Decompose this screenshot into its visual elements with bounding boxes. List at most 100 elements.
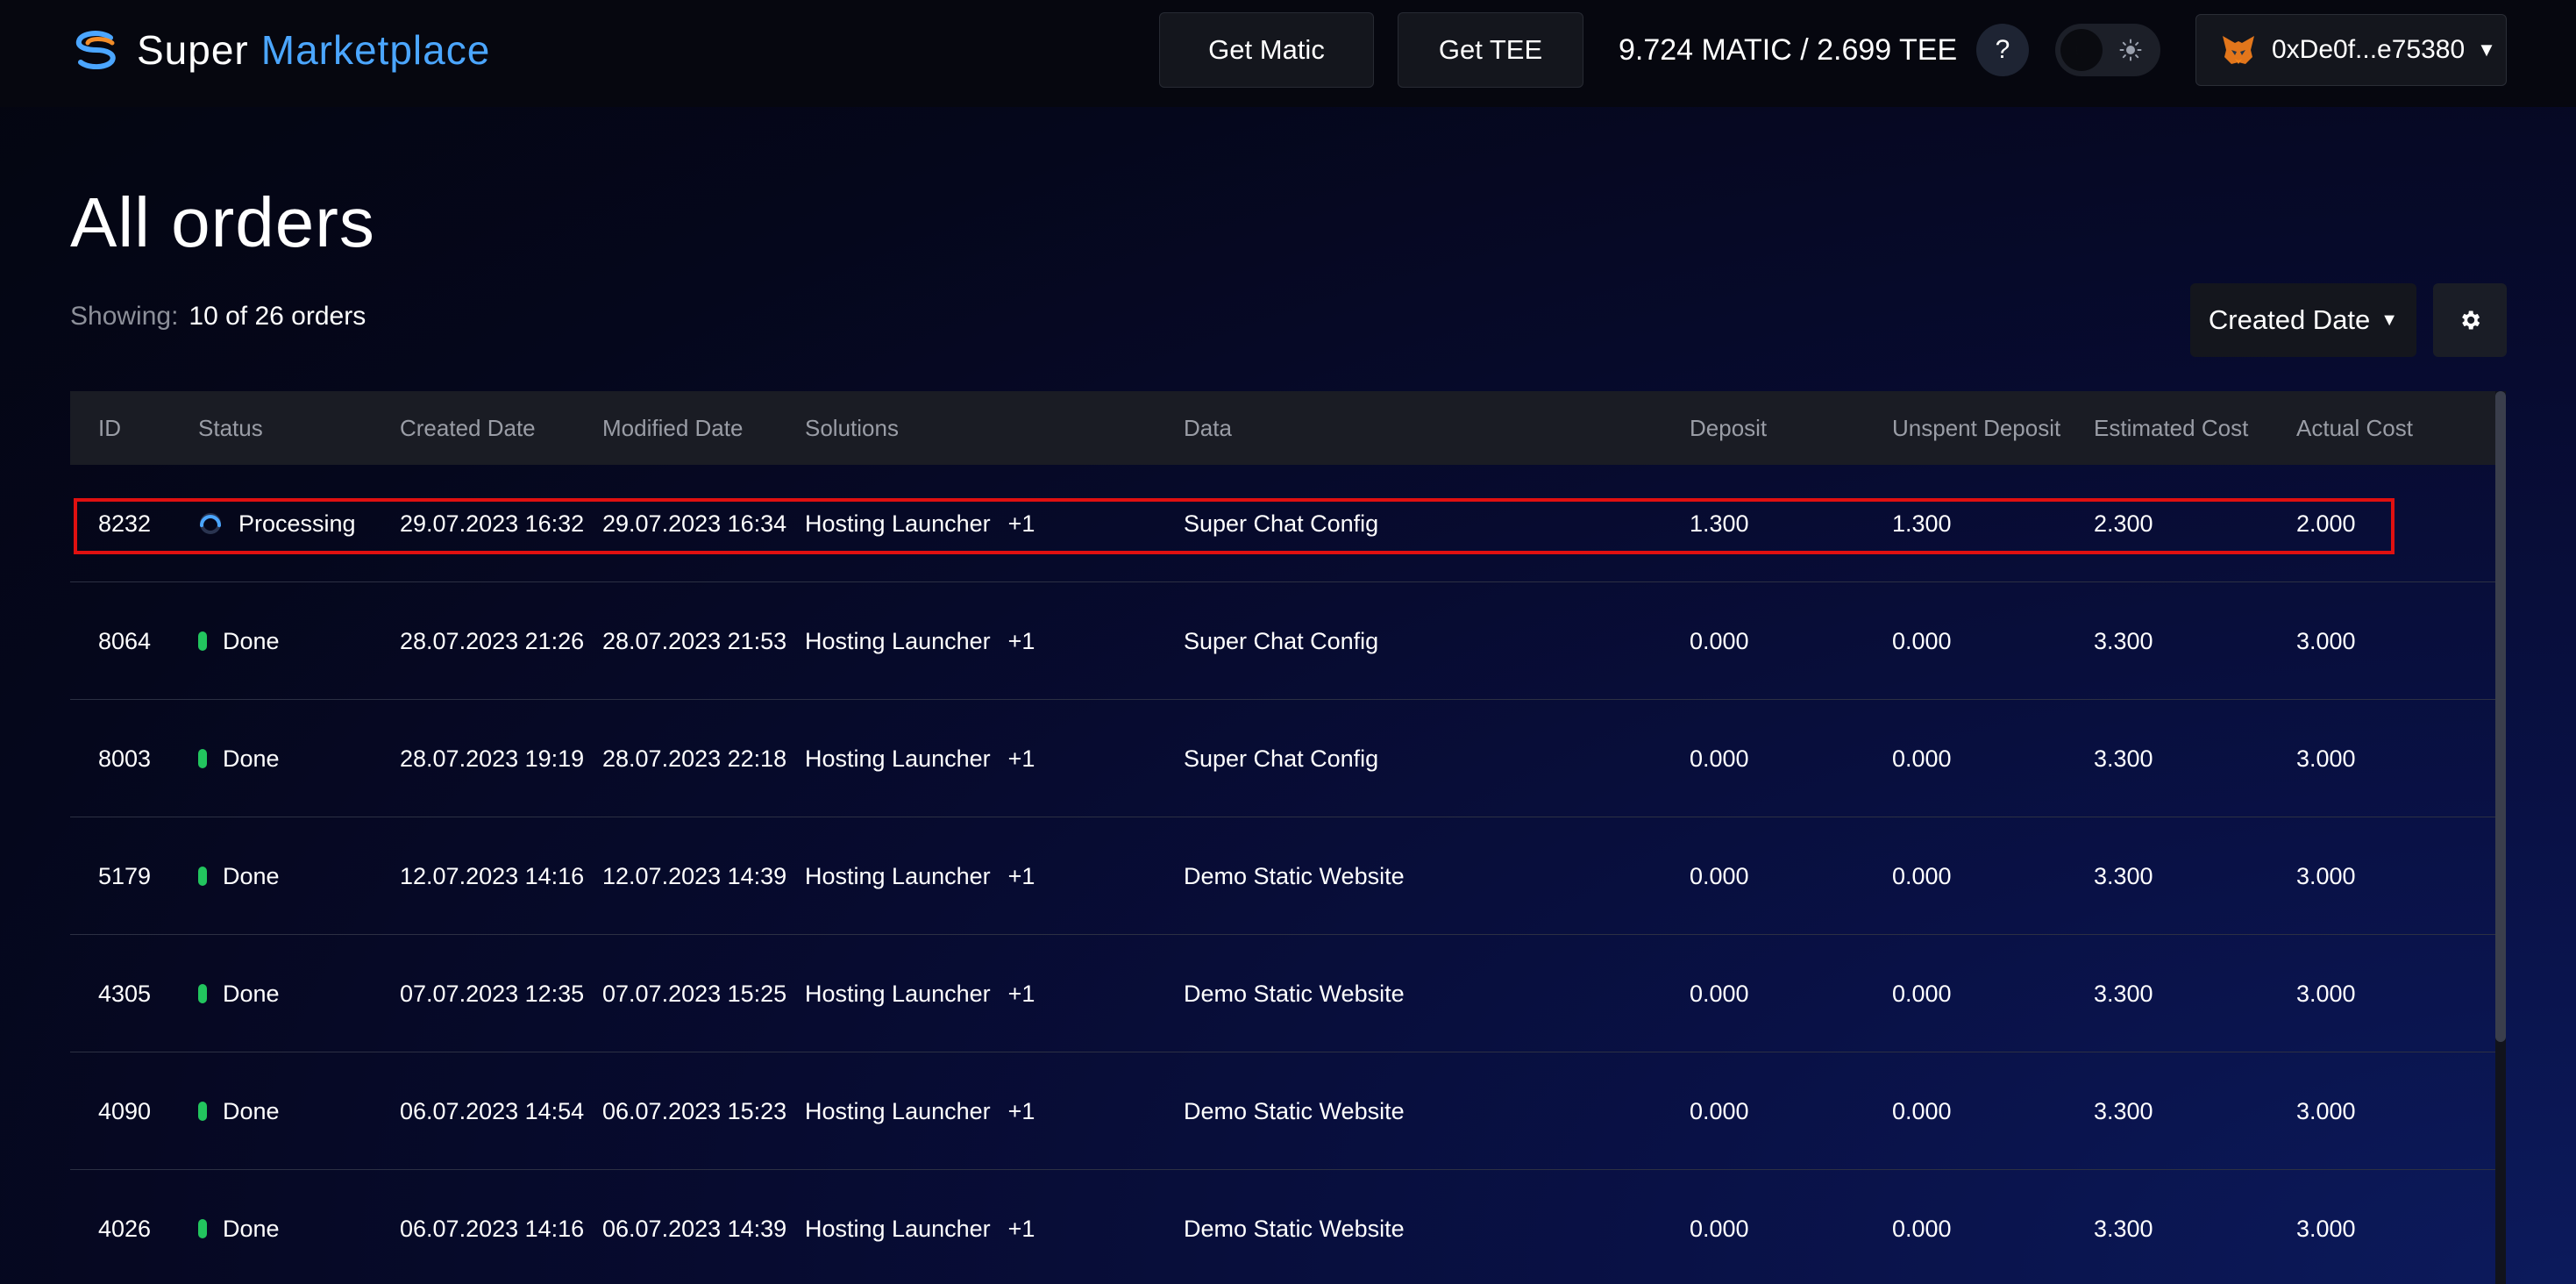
more-solutions-badge[interactable]: +1 — [1008, 1216, 1035, 1242]
order-modified: 06.07.2023 15:23 — [602, 1098, 787, 1124]
order-id: 4026 — [98, 1216, 152, 1242]
order-solutions: Hosting Launcher +1 — [805, 935, 1035, 1052]
column-header-solutions[interactable]: Solutions — [805, 391, 899, 465]
sort-label: Created Date — [2208, 304, 2371, 335]
order-unspent: 0.000 — [1892, 1216, 1952, 1242]
more-solutions-badge[interactable]: +1 — [1008, 628, 1035, 654]
solution-name: Hosting Launcher — [805, 863, 991, 889]
order-deposit: 0.000 — [1690, 628, 1749, 654]
table-row[interactable]: 8003 Done 28.07.2023 19:19 28.07.2023 22… — [70, 700, 2497, 817]
done-indicator-icon — [198, 1102, 207, 1121]
status-label: Done — [223, 863, 280, 889]
order-status: Done — [198, 1170, 280, 1284]
column-header-unspent-deposit[interactable]: Unspent Deposit — [1892, 391, 2060, 465]
order-solutions: Hosting Launcher +1 — [805, 1170, 1035, 1284]
column-header-actual-cost[interactable]: Actual Cost — [2296, 391, 2413, 465]
more-solutions-badge[interactable]: +1 — [1008, 745, 1035, 772]
order-status: Done — [198, 935, 280, 1052]
order-created: 29.07.2023 16:32 — [400, 510, 585, 537]
wallet-address: 0xDe0f...e75380 — [2272, 35, 2466, 64]
order-deposit: 0.000 — [1690, 1098, 1749, 1124]
order-created: 06.07.2023 14:16 — [400, 1216, 585, 1242]
table-row[interactable]: 5179 Done 12.07.2023 14:16 12.07.2023 14… — [70, 817, 2497, 935]
more-solutions-badge[interactable]: +1 — [1008, 863, 1035, 889]
page-title: All orders — [70, 183, 375, 261]
order-created: 12.07.2023 14:16 — [400, 863, 585, 889]
order-solutions: Hosting Launcher +1 — [805, 700, 1035, 817]
order-id: 4090 — [98, 1098, 152, 1124]
scrollbar-thumb[interactable] — [2495, 391, 2506, 1042]
done-indicator-icon — [198, 867, 207, 886]
sun-icon — [2108, 29, 2153, 71]
solution-name: Hosting Launcher — [805, 1098, 991, 1124]
order-deposit: 0.000 — [1690, 1216, 1749, 1242]
wallet-button[interactable]: 0xDe0f...e75380 ▼ — [2195, 14, 2507, 86]
done-indicator-icon — [198, 749, 207, 768]
order-created: 06.07.2023 14:54 — [400, 1098, 585, 1124]
orders-table: ID Status Created Date Modified Date Sol… — [70, 391, 2497, 1284]
gear-icon — [2462, 310, 2480, 330]
order-id: 4305 — [98, 981, 152, 1007]
order-created: 07.07.2023 12:35 — [400, 981, 585, 1007]
more-solutions-badge[interactable]: +1 — [1008, 510, 1035, 537]
sort-dropdown[interactable]: Created Date ▼ — [2190, 283, 2416, 357]
status-label: Done — [223, 1216, 280, 1242]
order-unspent: 0.000 — [1892, 981, 1952, 1007]
chevron-down-icon: ▼ — [2477, 39, 2496, 61]
order-unspent: 0.000 — [1892, 628, 1952, 654]
table-row[interactable]: 4090 Done 06.07.2023 14:54 06.07.2023 15… — [70, 1052, 2497, 1170]
order-deposit: 0.000 — [1690, 745, 1749, 772]
order-data: Super Chat Config — [1184, 745, 1379, 772]
table-row[interactable]: 4026 Done 06.07.2023 14:16 06.07.2023 14… — [70, 1170, 2497, 1284]
status-label: Processing — [238, 510, 356, 537]
order-modified: 28.07.2023 21:53 — [602, 628, 787, 654]
order-status: Done — [198, 1052, 280, 1170]
column-header-id[interactable]: ID — [98, 391, 121, 465]
more-solutions-badge[interactable]: +1 — [1008, 1098, 1035, 1124]
help-button[interactable]: ? — [1976, 24, 2029, 76]
more-solutions-badge[interactable]: +1 — [1008, 981, 1035, 1007]
order-deposit: 0.000 — [1690, 981, 1749, 1007]
order-id: 8003 — [98, 745, 152, 772]
order-id: 8232 — [98, 510, 152, 537]
order-created: 28.07.2023 19:19 — [400, 745, 585, 772]
moon-icon — [2060, 29, 2103, 71]
order-status: Done — [198, 817, 280, 935]
solution-name: Hosting Launcher — [805, 628, 991, 654]
wallet-balance: 9.724 MATIC / 2.699 TEE — [1619, 32, 1958, 67]
table-settings-button[interactable] — [2433, 283, 2507, 357]
column-header-estimated-cost[interactable]: Estimated Cost — [2094, 391, 2248, 465]
brand-logo[interactable]: Super Marketplace — [70, 26, 490, 74]
get-tee-button[interactable]: Get TEE — [1398, 12, 1583, 88]
order-estimated: 3.300 — [2094, 628, 2153, 654]
solution-name: Hosting Launcher — [805, 745, 991, 772]
column-header-deposit[interactable]: Deposit — [1690, 391, 1767, 465]
showing-value: 10 of 26 orders — [189, 302, 366, 331]
order-solutions: Hosting Launcher +1 — [805, 1052, 1035, 1170]
status-label: Done — [223, 981, 280, 1007]
table-row[interactable]: 8232 Processing 29.07.2023 16:32 29.07.2… — [70, 465, 2497, 582]
solution-name: Hosting Launcher — [805, 981, 991, 1007]
order-estimated: 3.300 — [2094, 745, 2153, 772]
order-actual: 3.000 — [2296, 628, 2356, 654]
column-header-data[interactable]: Data — [1184, 391, 1232, 465]
column-header-status[interactable]: Status — [198, 391, 263, 465]
column-header-modified-date[interactable]: Modified Date — [602, 391, 743, 465]
theme-toggle[interactable] — [2055, 24, 2160, 76]
get-matic-button[interactable]: Get Matic — [1159, 12, 1374, 88]
table-row[interactable]: 8064 Done 28.07.2023 21:26 28.07.2023 21… — [70, 582, 2497, 700]
order-solutions: Hosting Launcher +1 — [805, 817, 1035, 935]
order-unspent: 0.000 — [1892, 863, 1952, 889]
table-scrollbar[interactable] — [2495, 391, 2506, 1284]
order-data: Demo Static Website — [1184, 1216, 1405, 1242]
column-header-created-date[interactable]: Created Date — [400, 391, 536, 465]
order-actual: 3.000 — [2296, 1216, 2356, 1242]
table-row[interactable]: 4305 Done 07.07.2023 12:35 07.07.2023 15… — [70, 935, 2497, 1052]
order-id: 5179 — [98, 863, 152, 889]
order-actual: 3.000 — [2296, 745, 2356, 772]
order-unspent: 0.000 — [1892, 745, 1952, 772]
solution-name: Hosting Launcher — [805, 1216, 991, 1242]
order-solutions: Hosting Launcher +1 — [805, 465, 1035, 582]
order-modified: 07.07.2023 15:25 — [602, 981, 787, 1007]
metamask-fox-icon — [2223, 36, 2254, 64]
